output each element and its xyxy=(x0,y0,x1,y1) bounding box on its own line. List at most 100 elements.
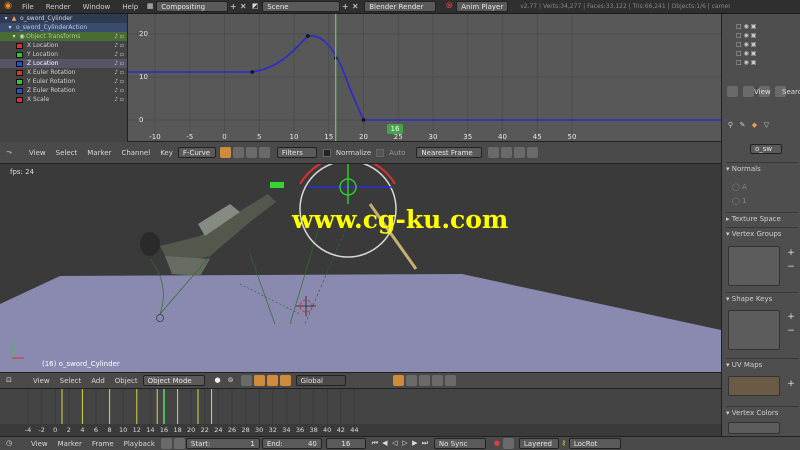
ghost-curves-icon[interactable] xyxy=(258,147,270,158)
editor-type-icon[interactable]: ◷ xyxy=(0,440,18,447)
add-vertex-group-button[interactable]: + xyxy=(786,248,796,258)
start-frame-field[interactable]: Start: 1 xyxy=(185,438,260,449)
tab-render-icon[interactable] xyxy=(727,86,738,97)
next-key-icon[interactable]: ▶ xyxy=(410,440,420,447)
channel-fcurve[interactable]: Y Euler Rotation ♪ ▫ xyxy=(0,77,127,86)
stop-anim-icon[interactable]: ⊗ xyxy=(442,2,456,11)
menu-file[interactable]: File xyxy=(16,0,40,14)
add-layout-button[interactable]: + xyxy=(228,1,238,12)
proportional-edit-icon[interactable] xyxy=(405,375,417,386)
menu-view[interactable]: View xyxy=(28,377,55,385)
menu-view[interactable]: View xyxy=(26,440,53,448)
lock-range-icon[interactable] xyxy=(173,438,185,449)
visibility-eye-icon[interactable]: ◉ xyxy=(18,33,26,40)
modifier-icon[interactable]: ✎ xyxy=(738,122,747,129)
object-data-icon[interactable]: ◆ xyxy=(750,122,759,129)
expand-icon[interactable]: ▾ xyxy=(10,33,18,40)
uv-maps-section[interactable]: ▾ UV Maps xyxy=(726,358,798,371)
auto-keying-icon[interactable]: ● xyxy=(492,440,502,447)
scene-field[interactable]: Scene xyxy=(262,1,341,12)
translate-manipulator-icon[interactable] xyxy=(253,375,265,386)
tab-scene-icon[interactable] xyxy=(743,86,754,97)
channel-color-swatch[interactable] xyxy=(16,51,23,58)
channel-fcurve[interactable]: X Scale ♪ ▫ xyxy=(0,95,127,104)
rotate-manipulator-icon[interactable] xyxy=(266,375,278,386)
channel-object[interactable]: ▾ ▲ o_sword_Cylinder xyxy=(0,14,127,23)
channel-color-swatch[interactable] xyxy=(16,69,23,76)
keying-set-layered[interactable]: Layered xyxy=(518,438,559,449)
menu-frame[interactable]: Frame xyxy=(87,440,119,448)
render-icon[interactable] xyxy=(431,375,443,386)
shape-keys-list[interactable] xyxy=(728,310,780,350)
expand-icon[interactable]: ▾ xyxy=(2,15,10,22)
constraint-icon[interactable]: ⚲ xyxy=(726,122,735,129)
channel-action[interactable]: ▾ o_sword_CylinderAction xyxy=(0,23,127,32)
search-tab[interactable]: Searc xyxy=(782,88,800,96)
vertex-colors-section[interactable]: ▾ Vertex Colors xyxy=(726,406,798,419)
current-frame-field[interactable]: 16 xyxy=(325,438,366,449)
manipulator-toggle-icon[interactable] xyxy=(240,375,252,386)
fcurve-plot[interactable] xyxy=(128,14,721,142)
shape-keys-section[interactable]: ▾ Shape Keys xyxy=(726,292,798,305)
transform-orientation-select[interactable]: Global xyxy=(295,375,346,386)
vertex-groups-list[interactable] xyxy=(728,246,780,286)
menu-window[interactable]: Window xyxy=(77,0,117,14)
menu-help[interactable]: Help xyxy=(116,0,144,14)
interaction-mode-select[interactable]: Object Mode xyxy=(142,375,205,386)
remove-shape-key-button[interactable]: − xyxy=(786,326,796,336)
only-selected-icon[interactable] xyxy=(219,147,231,158)
uv-maps-list[interactable] xyxy=(728,376,780,396)
channel-fcurve[interactable]: Z Location ♪ ▫ xyxy=(0,59,127,68)
menu-marker[interactable]: Marker xyxy=(82,149,116,157)
opengl-render-icon[interactable] xyxy=(444,375,456,386)
add-shape-key-button[interactable]: + xyxy=(786,312,796,322)
auto-normalize-checkbox[interactable] xyxy=(376,148,385,157)
render-engine-select[interactable]: Blender Render xyxy=(364,1,437,12)
filters-button[interactable]: Filters xyxy=(276,147,317,158)
ghost-icon[interactable] xyxy=(527,147,539,158)
mesh-data-icon[interactable]: ▽ xyxy=(762,122,771,129)
layer-button-icon[interactable] xyxy=(392,375,404,386)
snap-icon[interactable] xyxy=(418,375,430,386)
preview-range-icon[interactable] xyxy=(160,438,172,449)
channel-color-swatch[interactable] xyxy=(16,78,23,85)
remove-scene-button[interactable]: ✕ xyxy=(350,1,360,12)
play-reverse-icon[interactable]: ◁ xyxy=(390,440,400,447)
channel-mute-lock-icon[interactable]: ♪ ▫ xyxy=(114,41,124,50)
channel-fcurve[interactable]: Z Euler Rotation ♪ ▫ xyxy=(0,86,127,95)
expand-icon[interactable]: ▾ xyxy=(6,24,14,31)
remove-layout-button[interactable]: ✕ xyxy=(238,1,248,12)
screen-layout-icon[interactable]: ▦ xyxy=(144,3,156,10)
editor-type-icon[interactable]: ⤳ xyxy=(0,149,18,156)
menu-marker[interactable]: Marker xyxy=(53,440,87,448)
add-uv-map-button[interactable]: + xyxy=(786,379,796,389)
mode-select[interactable]: F-Curve xyxy=(177,147,216,158)
menu-render[interactable]: Render xyxy=(40,0,77,14)
timeline-ruler[interactable]: -4 -2 0 2 4 6 8 10 12 14 16 18 20 22 24 26 28 30 32 34 36 38 4… xyxy=(0,424,721,436)
texture-space-section[interactable]: ▸ Texture Space xyxy=(726,212,798,225)
channel-color-swatch[interactable] xyxy=(16,42,23,49)
channel-fcurve[interactable]: X Euler Rotation ♪ ▫ xyxy=(0,68,127,77)
channel-fcurve[interactable]: Y Location ♪ ▫ xyxy=(0,50,127,59)
menu-key[interactable]: Key xyxy=(155,149,178,157)
channel-color-swatch[interactable] xyxy=(16,60,23,67)
channel-mute-lock-icon[interactable]: ♪ ▫ xyxy=(114,68,124,77)
editor-type-icon[interactable]: ⊡ xyxy=(0,377,18,384)
menu-playback[interactable]: Playback xyxy=(119,440,160,448)
copy-keyframes-icon[interactable] xyxy=(501,147,513,158)
mesh-name-field[interactable]: o_sw xyxy=(750,144,782,154)
play-icon[interactable]: ▷ xyxy=(400,440,410,447)
show-hidden-icon[interactable] xyxy=(232,147,244,158)
menu-view[interactable]: View xyxy=(24,149,51,157)
only-errors-icon[interactable] xyxy=(245,147,257,158)
normalize-checkbox[interactable] xyxy=(322,148,331,157)
lock-icon[interactable]: ♪ ▫ xyxy=(114,32,124,41)
vertex-groups-section[interactable]: ▾ Vertex Groups xyxy=(726,227,798,240)
layer-grid[interactable]: □ ◉ ▣ □ ◉ ▣ □ ◉ ▣ □ ◉ ▣ □ ◉ ▣ xyxy=(736,22,796,76)
channel-mute-lock-icon[interactable]: ♪ ▫ xyxy=(114,77,124,86)
normals-section[interactable]: ▾ Normals xyxy=(726,162,798,175)
viewport-shading-icon[interactable]: ● xyxy=(211,377,225,384)
menu-select[interactable]: Select xyxy=(51,149,83,157)
blender-logo-icon[interactable]: ◉ xyxy=(0,2,16,11)
scale-manipulator-icon[interactable] xyxy=(279,375,291,386)
